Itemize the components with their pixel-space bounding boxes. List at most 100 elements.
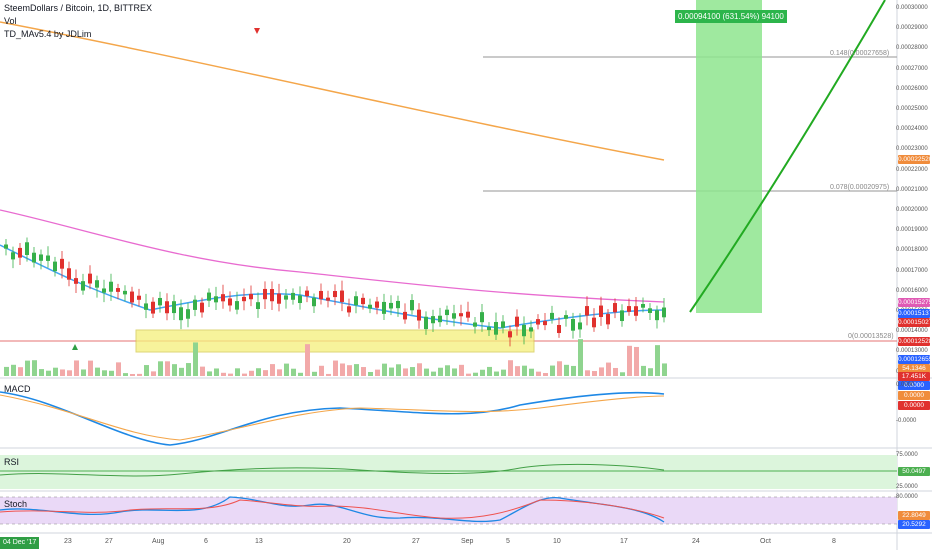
- candle-body: [228, 298, 232, 306]
- volume-bar: [137, 373, 142, 376]
- volume-bar: [389, 367, 394, 376]
- volume-bar: [4, 366, 9, 376]
- volume-bar: [165, 361, 170, 376]
- candle-body: [403, 311, 407, 320]
- candle-body: [648, 308, 652, 313]
- candle-body: [74, 278, 78, 284]
- candle-body: [214, 296, 218, 303]
- price-axis-tick: 0.00030000: [896, 5, 928, 11]
- volume-bar: [585, 370, 590, 376]
- candle-body: [221, 294, 225, 302]
- date-tick: 27: [412, 538, 420, 545]
- candle-body: [473, 322, 477, 327]
- volume-bar: [256, 368, 261, 376]
- volume-bar: [613, 367, 618, 376]
- volume-bar: [193, 342, 198, 376]
- candle-body: [627, 306, 631, 312]
- volume-bar: [102, 370, 107, 376]
- volume-bar: [620, 372, 625, 376]
- price-axis-tick: 0.00014000: [896, 328, 928, 335]
- candle-body: [193, 299, 197, 310]
- up-arrow-marker: [72, 344, 78, 350]
- candle-body: [270, 289, 274, 302]
- volume-bar: [263, 370, 268, 376]
- date-tick: 20: [343, 538, 351, 545]
- vol-label: Vol: [4, 16, 17, 26]
- candle-body: [536, 319, 540, 325]
- price-axis-tick: 0.00027000: [896, 65, 928, 72]
- date-tick: Sep: [461, 538, 474, 545]
- price-axis-tick: 0.00016000: [896, 287, 928, 294]
- volume-bar: [564, 364, 569, 376]
- volume-bar: [508, 360, 513, 376]
- volume-bar: [109, 370, 114, 376]
- candle-body: [32, 252, 36, 263]
- candle-body: [606, 314, 610, 325]
- stoch-tag-1: 20.5292: [898, 520, 930, 529]
- candle-body: [438, 315, 442, 323]
- volume-bar: [242, 373, 247, 376]
- macd-axis-0: 0.0000: [896, 382, 915, 388]
- volume-bar: [32, 360, 37, 376]
- price-tag: 0.00015137: [898, 309, 932, 318]
- volume-bar: [144, 365, 149, 376]
- candle-body: [396, 300, 400, 309]
- fib-label-0148: 0.148(0.00027658): [830, 50, 890, 57]
- volume-bar: [452, 368, 457, 376]
- volume-bar: [368, 371, 373, 376]
- candle-body: [256, 302, 260, 310]
- volume-bar: [158, 361, 163, 376]
- stoch-label: Stoch: [4, 499, 28, 509]
- volume-bar: [606, 362, 611, 376]
- volume-bar: [60, 369, 65, 376]
- volume-bar: [25, 360, 30, 376]
- candle-body: [158, 297, 162, 306]
- candle-body: [11, 252, 15, 260]
- candle-body: [571, 318, 575, 331]
- date-tick: 13: [255, 538, 263, 545]
- volume-bar: [39, 369, 44, 376]
- macd-label: MACD: [4, 384, 31, 394]
- candle-body: [81, 281, 85, 291]
- date-tick: 5: [506, 538, 510, 545]
- price-axis-tick: 0.00028000: [896, 45, 928, 52]
- volume-bar: [438, 367, 443, 376]
- price-tag: 17.451K: [898, 372, 930, 381]
- candle-body: [466, 311, 470, 318]
- price-tag: 0.00015275: [898, 298, 932, 307]
- ema-orange-line: [0, 21, 665, 161]
- volume-bar: [627, 345, 632, 376]
- volume-bar: [74, 360, 79, 376]
- candle-body: [480, 312, 484, 323]
- macd-line: [0, 391, 665, 446]
- volume-bar: [529, 368, 534, 376]
- volume-bar: [543, 373, 548, 376]
- volume-bar: [284, 363, 289, 376]
- candle-body: [165, 301, 169, 314]
- candle-body: [410, 300, 414, 311]
- candle-body: [319, 290, 323, 300]
- volume-bar: [130, 373, 135, 376]
- price-axis-tick: 0.00026000: [896, 85, 928, 92]
- macd-tag-1: 0.0000: [898, 391, 930, 400]
- volume-bar: [578, 339, 583, 376]
- price-axis-tick: 0.00022000: [896, 166, 928, 173]
- candle-body: [557, 324, 561, 334]
- candle-body: [347, 306, 351, 313]
- volume-bar: [249, 370, 254, 376]
- candle-body: [340, 290, 344, 302]
- volume-bar: [487, 366, 492, 376]
- candle-body: [95, 280, 99, 288]
- stoch-tag-0: 22.8049: [898, 511, 930, 520]
- volume-bar: [312, 371, 317, 376]
- volume-bar: [634, 346, 639, 376]
- candle-body: [200, 302, 204, 313]
- candle-body: [578, 322, 582, 330]
- candle-body: [487, 326, 491, 331]
- volume-bar: [501, 369, 506, 376]
- candle-body: [389, 302, 393, 309]
- price-axis-tick: 0.00017000: [896, 267, 928, 274]
- candle-body: [291, 292, 295, 300]
- volume-bar: [277, 369, 282, 376]
- date-tick: 23: [64, 538, 72, 545]
